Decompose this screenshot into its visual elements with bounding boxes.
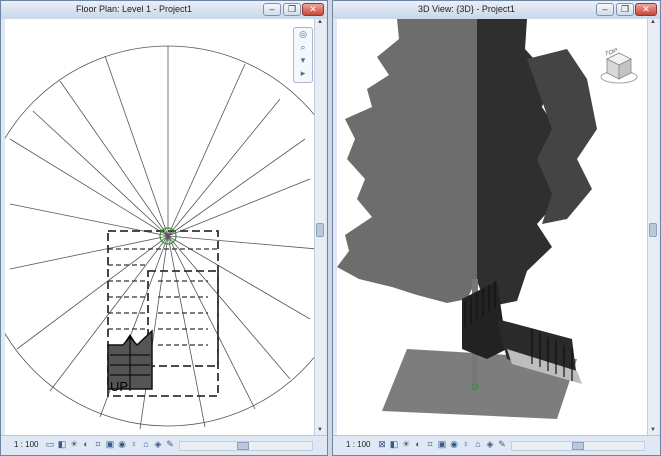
crop-view-icon[interactable]: ⌗ — [425, 439, 435, 450]
3d-view-vertical-scrollbar[interactable]: ▲ ▼ — [647, 19, 658, 436]
horizontal-scroll-thumb[interactable] — [572, 442, 584, 450]
3d-view-title-bar[interactable]: 3D View: {3D} - Project1 – ❐ ✕ — [333, 1, 660, 19]
shadows-icon[interactable]: ◐ — [81, 439, 91, 450]
view-control-tools: ▭ ◧ ☀ ◐ ⌗ ▣ ◉ ♀ ⌂ ◈ ✎ ‹ — [45, 439, 187, 450]
3d-view-canvas[interactable]: TOP — [337, 19, 648, 436]
visual-style-icon[interactable]: ◧ — [57, 439, 67, 450]
scroll-up-icon[interactable]: ▲ — [648, 19, 658, 28]
floor-plan-title-bar[interactable]: Floor Plan: Level 1 - Project1 – ❐ ✕ — [1, 1, 327, 19]
tree-canopy-lit — [337, 19, 477, 303]
navigation-bar[interactable]: ◎ ⌕ ▾ ▸ — [293, 27, 313, 83]
detail-level-icon[interactable]: ▭ — [45, 439, 55, 450]
view-scale[interactable]: 1 : 100 — [346, 440, 370, 449]
shadows-icon[interactable]: ◐ — [413, 439, 423, 450]
3d-view-window[interactable]: 3D View: {3D} - Project1 – ❐ ✕ TOP ▲ ▼ 1… — [332, 0, 661, 456]
show-crop-icon[interactable]: ▣ — [437, 439, 447, 450]
steering-wheel-icon[interactable]: ◎ — [294, 28, 312, 41]
nav-menu-icon[interactable]: ▾ — [294, 54, 312, 67]
analysis-icon[interactable]: ◈ — [485, 439, 495, 450]
highlight-icon[interactable]: ✎ — [165, 439, 175, 450]
analysis-icon[interactable]: ◈ — [153, 439, 163, 450]
restore-button[interactable]: ❐ — [616, 3, 634, 16]
lock-view-icon[interactable]: ⌂ — [141, 439, 151, 450]
crop-view-icon[interactable]: ⌗ — [93, 439, 103, 450]
vertical-scroll-thumb[interactable] — [316, 223, 324, 237]
reveal-hidden-icon[interactable]: ♀ — [129, 439, 139, 450]
scroll-up-icon[interactable]: ▲ — [315, 19, 325, 28]
floor-plan-canvas[interactable]: UP — [5, 19, 315, 436]
nav-expand-icon[interactable]: ▸ — [294, 67, 312, 80]
visual-style-icon[interactable]: ◧ — [389, 439, 399, 450]
sun-path-icon[interactable]: ☀ — [69, 439, 79, 450]
restore-button[interactable]: ❐ — [283, 3, 301, 16]
show-crop-icon[interactable]: ▣ — [105, 439, 115, 450]
minimize-button[interactable]: – — [263, 3, 281, 16]
view-scale[interactable]: 1 : 100 — [14, 440, 38, 449]
floor-plan-drawing — [5, 45, 315, 430]
reveal-hidden-icon[interactable]: ♀ — [461, 439, 471, 450]
view-control-tools: ⊠ ◧ ☀ ◐ ⌗ ▣ ◉ ♀ ⌂ ◈ ✎ ‹ — [377, 439, 519, 450]
close-button[interactable]: ✕ — [302, 3, 324, 16]
stair-treads — [108, 248, 218, 346]
minimize-button[interactable]: – — [596, 3, 614, 16]
3d-view-horizontal-scrollbar[interactable] — [511, 441, 645, 451]
detail-level-icon[interactable]: ⊠ — [377, 439, 387, 450]
temporary-hide-icon[interactable]: ◉ — [117, 439, 127, 450]
stair-up-label: UP — [110, 379, 129, 394]
floor-plan-title: Floor Plan: Level 1 - Project1 — [75, 4, 193, 14]
vertical-scroll-thumb[interactable] — [649, 223, 657, 237]
3d-view-control-bar: 1 : 100 ⊠ ◧ ☀ ◐ ⌗ ▣ ◉ ♀ ⌂ ◈ ✎ ‹ — [333, 435, 660, 455]
floor-plan-horizontal-scrollbar[interactable] — [179, 441, 313, 451]
close-button[interactable]: ✕ — [635, 3, 657, 16]
zoom-icon[interactable]: ⌕ — [294, 41, 312, 54]
temporary-hide-icon[interactable]: ◉ — [449, 439, 459, 450]
floor-plan-window[interactable]: Floor Plan: Level 1 - Project1 – ❐ ✕ UP … — [0, 0, 328, 456]
3d-view-title: 3D View: {3D} - Project1 — [418, 4, 515, 14]
horizontal-scroll-thumb[interactable] — [237, 442, 249, 450]
highlight-icon[interactable]: ✎ — [497, 439, 507, 450]
lock-view-icon[interactable]: ⌂ — [473, 439, 483, 450]
floor-plan-vertical-scrollbar[interactable]: ▲ ▼ — [314, 19, 325, 436]
sun-path-icon[interactable]: ☀ — [401, 439, 411, 450]
floor-plan-view-control-bar: 1 : 100 ▭ ◧ ☀ ◐ ⌗ ▣ ◉ ♀ ⌂ ◈ ✎ ‹ — [1, 435, 327, 455]
